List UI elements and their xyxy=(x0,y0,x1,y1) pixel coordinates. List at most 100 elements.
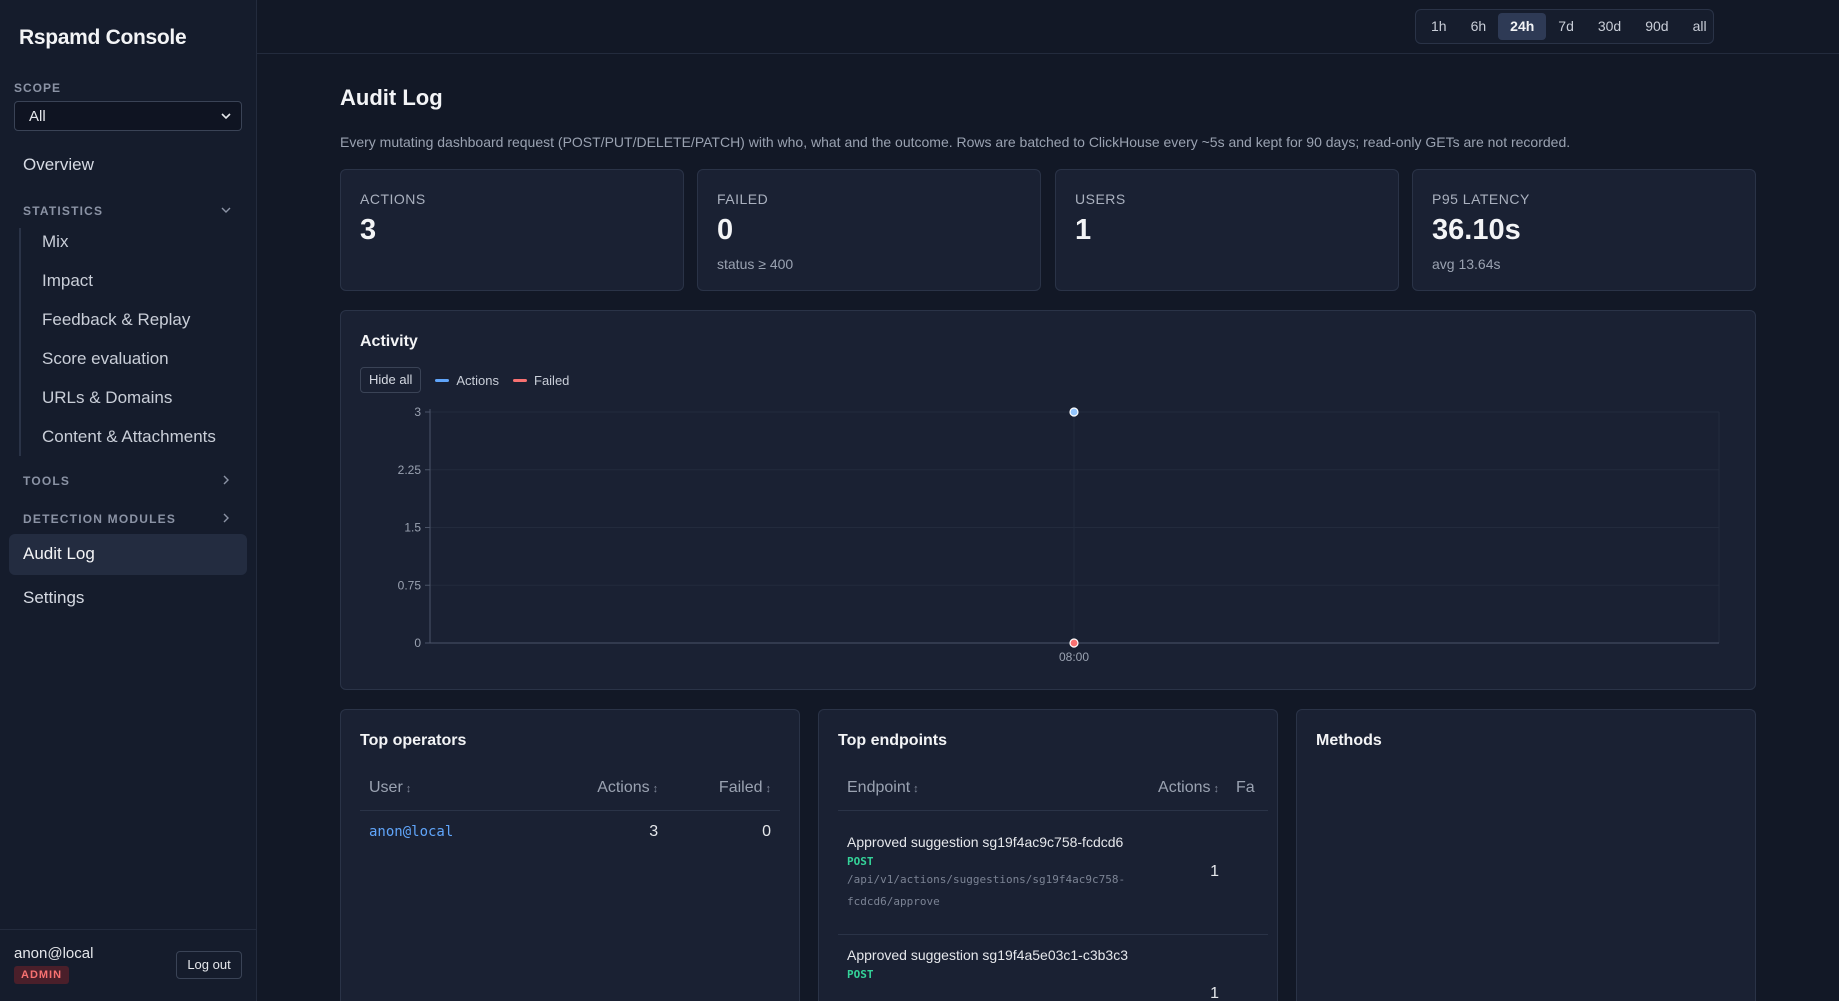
nav-item-impact[interactable]: Impact xyxy=(42,271,93,291)
time-range-30d[interactable]: 30d xyxy=(1586,13,1633,40)
nav-item-score-evaluation[interactable]: Score evaluation xyxy=(42,349,169,369)
y-tick-label: 1.5 xyxy=(404,521,421,535)
stat-label: FAILED xyxy=(717,191,769,207)
stat-card-failed: FAILED 0 status ≥ 400 xyxy=(697,169,1041,291)
time-range-6h[interactable]: 6h xyxy=(1459,13,1499,40)
legend-label: Failed xyxy=(534,372,570,388)
nav-overview[interactable]: Overview xyxy=(23,155,94,175)
activity-panel: Activity Hide all Actions Failed 3 2.25 1.… xyxy=(340,310,1756,690)
y-tick-label: 2.25 xyxy=(398,463,422,477)
endpoint-failed-cell xyxy=(1228,810,1268,934)
legend-label: Actions xyxy=(456,372,499,388)
stat-subtext: avg 13.64s xyxy=(1432,256,1501,272)
legend-swatch xyxy=(513,378,527,382)
logout-button[interactable]: Log out xyxy=(176,951,242,979)
sidebar: Rspamd Console SCOPE All Overview STATIS… xyxy=(0,0,257,1001)
stat-label: USERS xyxy=(1075,191,1126,207)
panel-title: Activity xyxy=(360,333,418,350)
section-label: STATISTICS xyxy=(23,204,104,218)
time-range-90d[interactable]: 90d xyxy=(1633,13,1680,40)
method-badge: POST xyxy=(847,854,874,868)
stat-card-p95-latency: P95 LATENCY 36.10s avg 13.64s xyxy=(1412,169,1756,291)
methods-panel: Methods xyxy=(1296,709,1756,1001)
column-header-actions[interactable]: Actions ↕ xyxy=(540,766,668,811)
endpoint-failed-cell xyxy=(1228,934,1268,1001)
x-tick-label: 08:00 xyxy=(1059,650,1089,664)
column-header-failed[interactable]: Fa xyxy=(1228,766,1268,811)
activity-chart: 3 2.25 1.5 0.75 0 08:00 xyxy=(398,405,1720,664)
stat-value: 1 xyxy=(1075,214,1092,246)
table-row: Approved suggestion sg19f4a5e03c1-c3b3c3… xyxy=(838,934,1268,1001)
nav-item-mix[interactable]: Mix xyxy=(42,232,68,252)
nav-audit-log-label: Audit Log xyxy=(23,544,95,563)
legend-item-actions[interactable]: Actions xyxy=(435,373,499,388)
endpoint-path: /api/v1/actions/suggestions/sg19f4ac9c75… xyxy=(847,872,1126,908)
column-header-actions[interactable]: Actions ↕ xyxy=(1138,766,1228,811)
nav-item-urls-domains[interactable]: URLs & Domains xyxy=(42,388,172,408)
column-header-endpoint[interactable]: Endpoint ↕ xyxy=(838,766,1138,811)
scope-label: SCOPE xyxy=(14,81,62,95)
data-point-failed xyxy=(1069,638,1079,648)
column-header-failed[interactable]: Failed ↕ xyxy=(667,766,780,811)
role-badge: ADMIN xyxy=(14,966,70,984)
column-header-user[interactable]: User ↕ xyxy=(360,766,540,811)
y-tick-label: 0 xyxy=(414,636,421,650)
top-operators-table: User ↕ Actions ↕ Failed ↕ anon@local 3 0 xyxy=(360,766,780,854)
sort-icon: ↕ xyxy=(652,782,659,795)
stat-label: ACTIONS xyxy=(360,191,426,207)
section-label: DETECTION MODULES xyxy=(23,512,177,526)
topbar: 1h 6h 24h 7d 30d 90d all xyxy=(257,0,1839,54)
y-tick-label: 3 xyxy=(414,405,421,419)
time-range-all[interactable]: all xyxy=(1681,13,1719,40)
panel-title: Methods xyxy=(1316,732,1382,749)
nav-section-statistics[interactable]: STATISTICS xyxy=(23,204,233,218)
sort-icon: ↕ xyxy=(765,782,772,795)
stat-subtext: status ≥ 400 xyxy=(717,256,794,272)
time-range-1h[interactable]: 1h xyxy=(1419,13,1459,40)
nav-item-feedback-replay[interactable]: Feedback & Replay xyxy=(42,310,190,330)
sort-icon: ↕ xyxy=(405,782,412,795)
endpoint-cell: Approved suggestion sg19f4a5e03c1-c3b3c3… xyxy=(838,934,1138,1001)
nav-item-content-attachments[interactable]: Content & Attachments xyxy=(42,427,216,447)
operator-link[interactable]: anon@local xyxy=(369,824,453,840)
endpoint-cell: Approved suggestion sg19f4ac9c758-fcdcd6… xyxy=(838,810,1138,934)
submenu-rail xyxy=(19,228,21,456)
stat-label: P95 LATENCY xyxy=(1432,191,1530,207)
nav-settings[interactable]: Settings xyxy=(23,588,84,608)
operator-failed-cell: 0 xyxy=(762,823,771,841)
stat-value: 3 xyxy=(360,214,377,246)
nav-audit-log[interactable]: Audit Log xyxy=(9,534,247,575)
top-endpoints-panel: Top endpoints Endpoint ↕ Actions ↕ Fa Appr… xyxy=(818,709,1278,1001)
stat-card-actions: ACTIONS 3 xyxy=(340,169,684,291)
nav-section-detection-modules[interactable]: DETECTION MODULES xyxy=(23,512,233,526)
top-endpoints-table: Endpoint ↕ Actions ↕ Fa Approved suggestio… xyxy=(838,766,1268,1001)
table-row: anon@local 3 0 xyxy=(360,810,780,854)
endpoint-actions-cell: 1 xyxy=(1210,984,1219,1001)
legend-swatch xyxy=(435,378,450,382)
chart-legend: Hide all Actions Failed xyxy=(360,367,569,393)
page-description: Every mutating dashboard request (POST/P… xyxy=(340,134,1571,150)
chevron-right-icon xyxy=(223,475,229,485)
operator-user-cell[interactable]: anon@local xyxy=(360,810,540,854)
data-point-actions xyxy=(1069,407,1079,417)
chevron-down-icon xyxy=(221,113,231,120)
stat-value: 36.10s xyxy=(1432,214,1521,246)
section-label: TOOLS xyxy=(23,474,71,488)
operator-actions-cell: 3 xyxy=(649,823,659,841)
panel-title: Top endpoints xyxy=(838,732,948,749)
endpoint-title: Approved suggestion sg19f4a5e03c1-c3b3c3 xyxy=(847,946,1128,963)
method-badge: POST xyxy=(847,967,874,981)
legend-item-failed[interactable]: Failed xyxy=(513,373,569,388)
app-title: Rspamd Console xyxy=(19,26,187,49)
sort-icon: ↕ xyxy=(1213,782,1220,795)
endpoint-actions-cell: 1 xyxy=(1210,863,1219,880)
time-range-7d[interactable]: 7d xyxy=(1546,13,1586,40)
scope-select[interactable]: All xyxy=(14,101,242,131)
nav-section-tools[interactable]: TOOLS xyxy=(23,474,233,488)
page-title: Audit Log xyxy=(340,85,443,110)
time-range-24h[interactable]: 24h xyxy=(1498,13,1547,40)
current-user: anon@local xyxy=(14,945,94,962)
stat-value: 0 xyxy=(717,214,734,246)
table-row: Approved suggestion sg19f4ac9c758-fcdcd6… xyxy=(838,810,1268,934)
hide-all-button[interactable]: Hide all xyxy=(360,367,422,393)
